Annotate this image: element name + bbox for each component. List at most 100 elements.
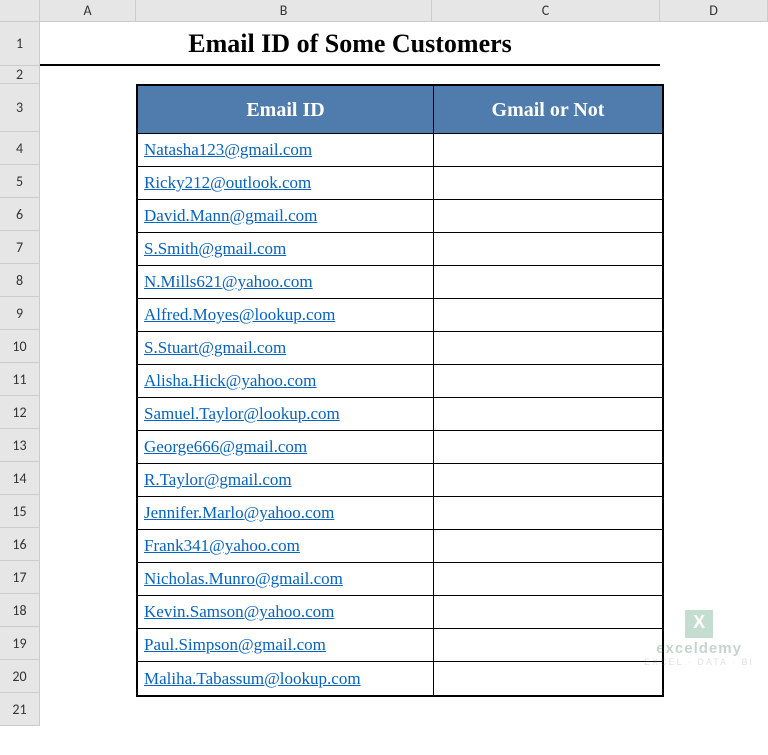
table-row: Paul.Simpson@gmail.com [138, 629, 662, 662]
email-link[interactable]: George666@gmail.com [144, 437, 307, 457]
email-link[interactable]: Maliha.Tabassum@lookup.com [144, 669, 361, 689]
row-headers: 1 2 3 4 5 6 7 8 9 10 11 12 13 14 15 16 1… [0, 22, 40, 726]
table-body: Natasha123@gmail.com Ricky212@outlook.com… [138, 134, 662, 695]
cell-gmail-or-not[interactable] [434, 497, 662, 530]
select-all-corner[interactable] [0, 0, 40, 22]
email-link[interactable]: Ricky212@outlook.com [144, 173, 311, 193]
row-header-9[interactable]: 9 [0, 297, 40, 330]
row-header-2[interactable]: 2 [0, 66, 40, 84]
cell-email[interactable]: Frank341@yahoo.com [138, 530, 434, 563]
cell-email[interactable]: S.Smith@gmail.com [138, 233, 434, 266]
cell-gmail-or-not[interactable] [434, 134, 662, 167]
row-header-18[interactable]: 18 [0, 594, 40, 627]
row-header-12[interactable]: 12 [0, 396, 40, 429]
cell-email[interactable]: Natasha123@gmail.com [138, 134, 434, 167]
cell-email[interactable]: Alfred.Moyes@lookup.com [138, 299, 434, 332]
cell-gmail-or-not[interactable] [434, 596, 662, 629]
email-link[interactable]: N.Mills621@yahoo.com [144, 272, 313, 292]
row-header-1[interactable]: 1 [0, 22, 40, 66]
cell-email[interactable]: Samuel.Taylor@lookup.com [138, 398, 434, 431]
email-link[interactable]: Jennifer.Marlo@yahoo.com [144, 503, 334, 523]
email-link[interactable]: Nicholas.Munro@gmail.com [144, 569, 343, 589]
table-row: Natasha123@gmail.com [138, 134, 662, 167]
cell-gmail-or-not[interactable] [434, 233, 662, 266]
col-header-A[interactable]: A [40, 0, 136, 22]
cell-gmail-or-not[interactable] [434, 662, 662, 695]
table-row: Frank341@yahoo.com [138, 530, 662, 563]
cell-gmail-or-not[interactable] [434, 332, 662, 365]
email-link[interactable]: R.Taylor@gmail.com [144, 470, 292, 490]
table-row: N.Mills621@yahoo.com [138, 266, 662, 299]
cell-email[interactable]: Alisha.Hick@yahoo.com [138, 365, 434, 398]
table-row: Alfred.Moyes@lookup.com [138, 299, 662, 332]
cell-email[interactable]: S.Stuart@gmail.com [138, 332, 434, 365]
row-header-4[interactable]: 4 [0, 132, 40, 165]
col-email-id[interactable]: Email ID [138, 86, 434, 134]
cell-gmail-or-not[interactable] [434, 629, 662, 662]
cell-gmail-or-not[interactable] [434, 266, 662, 299]
table-row: Alisha.Hick@yahoo.com [138, 365, 662, 398]
email-link[interactable]: David.Mann@gmail.com [144, 206, 317, 226]
row-header-16[interactable]: 16 [0, 528, 40, 561]
row-header-3[interactable]: 3 [0, 84, 40, 132]
row-header-7[interactable]: 7 [0, 231, 40, 264]
row-header-19[interactable]: 19 [0, 627, 40, 660]
data-table: Email ID Gmail or Not Natasha123@gmail.c… [136, 84, 664, 697]
row-header-17[interactable]: 17 [0, 561, 40, 594]
cell-email[interactable]: David.Mann@gmail.com [138, 200, 434, 233]
cell-gmail-or-not[interactable] [434, 464, 662, 497]
excel-icon [685, 610, 713, 638]
cell-gmail-or-not[interactable] [434, 365, 662, 398]
table-row: R.Taylor@gmail.com [138, 464, 662, 497]
cell-email[interactable]: R.Taylor@gmail.com [138, 464, 434, 497]
row-header-14[interactable]: 14 [0, 462, 40, 495]
cell-gmail-or-not[interactable] [434, 563, 662, 596]
cell-email[interactable]: Ricky212@outlook.com [138, 167, 434, 200]
table-row: George666@gmail.com [138, 431, 662, 464]
table-row: Maliha.Tabassum@lookup.com [138, 662, 662, 695]
cell-gmail-or-not[interactable] [434, 431, 662, 464]
row-header-11[interactable]: 11 [0, 363, 40, 396]
row-header-20[interactable]: 20 [0, 660, 40, 693]
table-row: Samuel.Taylor@lookup.com [138, 398, 662, 431]
col-gmail-or-not[interactable]: Gmail or Not [434, 86, 662, 134]
email-link[interactable]: S.Stuart@gmail.com [144, 338, 286, 358]
row-header-21[interactable]: 21 [0, 693, 40, 726]
table-row: S.Smith@gmail.com [138, 233, 662, 266]
page-title[interactable]: Email ID of Some Customers [40, 22, 660, 66]
cell-gmail-or-not[interactable] [434, 167, 662, 200]
email-link[interactable]: Frank341@yahoo.com [144, 536, 300, 556]
col-header-B[interactable]: B [136, 0, 432, 22]
cell-gmail-or-not[interactable] [434, 398, 662, 431]
col-header-C[interactable]: C [432, 0, 660, 22]
table-row: Kevin.Samson@yahoo.com [138, 596, 662, 629]
col-header-D[interactable]: D [660, 0, 768, 22]
cell-email[interactable]: N.Mills621@yahoo.com [138, 266, 434, 299]
cell-email[interactable]: Nicholas.Munro@gmail.com [138, 563, 434, 596]
cell-email[interactable]: Kevin.Samson@yahoo.com [138, 596, 434, 629]
row-header-6[interactable]: 6 [0, 198, 40, 231]
email-link[interactable]: Alisha.Hick@yahoo.com [144, 371, 316, 391]
row-header-10[interactable]: 10 [0, 330, 40, 363]
email-link[interactable]: Samuel.Taylor@lookup.com [144, 404, 340, 424]
row-header-8[interactable]: 8 [0, 264, 40, 297]
cell-gmail-or-not[interactable] [434, 200, 662, 233]
email-link[interactable]: Natasha123@gmail.com [144, 140, 312, 160]
cell-email[interactable]: George666@gmail.com [138, 431, 434, 464]
cell-gmail-or-not[interactable] [434, 530, 662, 563]
table-row: Jennifer.Marlo@yahoo.com [138, 497, 662, 530]
table-row: Nicholas.Munro@gmail.com [138, 563, 662, 596]
table-row: Ricky212@outlook.com [138, 167, 662, 200]
row-header-13[interactable]: 13 [0, 429, 40, 462]
email-link[interactable]: Kevin.Samson@yahoo.com [144, 602, 334, 622]
row-header-5[interactable]: 5 [0, 165, 40, 198]
email-link[interactable]: Paul.Simpson@gmail.com [144, 635, 326, 655]
table-header-row: Email ID Gmail or Not [138, 86, 662, 134]
row-header-15[interactable]: 15 [0, 495, 40, 528]
cell-email[interactable]: Maliha.Tabassum@lookup.com [138, 662, 434, 695]
cell-email[interactable]: Paul.Simpson@gmail.com [138, 629, 434, 662]
cell-email[interactable]: Jennifer.Marlo@yahoo.com [138, 497, 434, 530]
email-link[interactable]: S.Smith@gmail.com [144, 239, 286, 259]
email-link[interactable]: Alfred.Moyes@lookup.com [144, 305, 335, 325]
cell-gmail-or-not[interactable] [434, 299, 662, 332]
